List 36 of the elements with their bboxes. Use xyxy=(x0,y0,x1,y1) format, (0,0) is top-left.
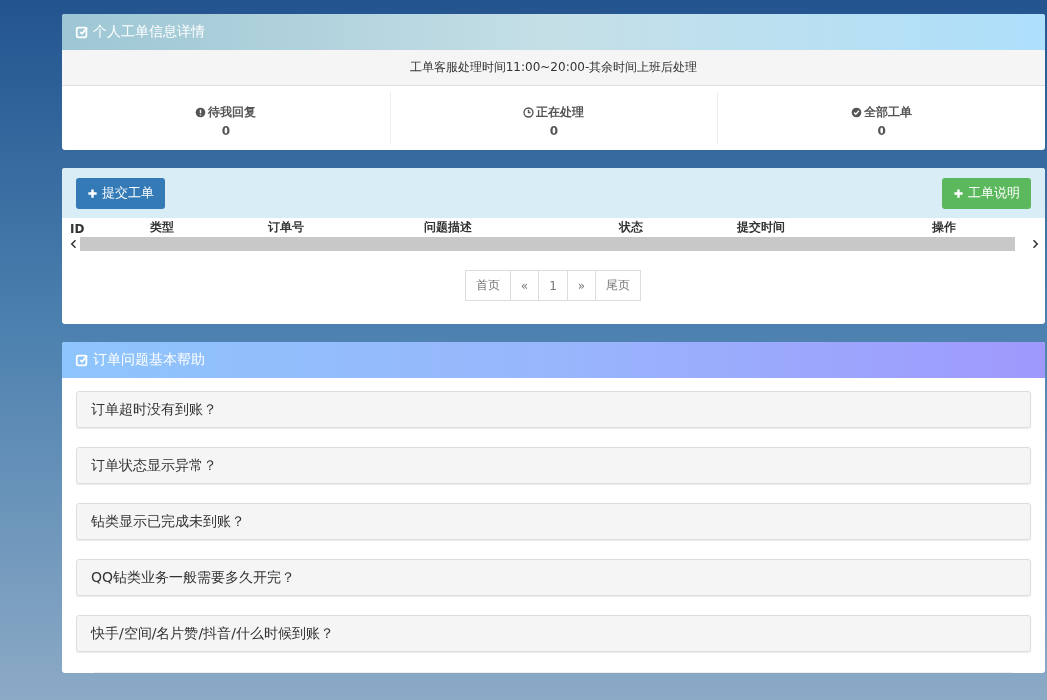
exclamation-icon xyxy=(195,107,207,118)
stat-value: 0 xyxy=(221,124,230,138)
page-link[interactable]: » xyxy=(566,270,597,301)
ticket-info-button[interactable]: 工单说明 xyxy=(942,177,1031,209)
stat-value: 0 xyxy=(877,124,886,138)
horizontal-scrollbar[interactable] xyxy=(68,236,1041,251)
check-circle-icon xyxy=(851,107,863,118)
column-header: 订单号 xyxy=(268,219,305,236)
faq-item[interactable]: 钻类显示已完成未到账？ xyxy=(76,503,1031,540)
edit-icon xyxy=(75,25,89,39)
plus-icon xyxy=(953,187,964,199)
faq-item[interactable]: 订单超时没有到账？ xyxy=(76,391,1031,428)
plus-icon xyxy=(87,187,98,199)
column-header: ID xyxy=(70,222,86,236)
faq-item[interactable]: 订单状态显示异常？ xyxy=(76,447,1031,484)
notice-bar: 工单客服处理时间11:00~20:00-其余时间上班后处理 xyxy=(62,50,1045,86)
edit-icon xyxy=(75,353,89,367)
faq-item[interactable]: QQ钻类业务一般需要多久开完？ xyxy=(76,559,1031,596)
panel-title: 订单问题基本帮助 xyxy=(93,351,205,369)
stat-label: 全部工单 xyxy=(864,104,913,121)
column-header: 操作 xyxy=(932,219,957,236)
column-header: 问题描述 xyxy=(424,219,473,236)
page-link[interactable]: 首页 xyxy=(464,270,511,301)
faq-item[interactable]: 快手/空间/名片赞/抖音/什么时候到账？ xyxy=(76,615,1031,652)
column-header: 状态 xyxy=(619,219,644,236)
page-link[interactable]: 1 xyxy=(538,270,568,301)
clock-icon xyxy=(523,107,535,118)
page-link[interactable]: 尾页 xyxy=(595,270,642,301)
panel-title: 个人工单信息详情 xyxy=(93,23,205,41)
column-header: 提交时间 xyxy=(737,219,786,236)
column-header: 类型 xyxy=(150,219,175,236)
page-link[interactable]: « xyxy=(509,270,540,301)
stat-label: 待我回复 xyxy=(208,104,257,121)
stat-label: 正在处理 xyxy=(536,104,585,121)
stat-value: 0 xyxy=(549,124,559,138)
submit-ticket-button[interactable]: 提交工单 xyxy=(76,177,165,209)
